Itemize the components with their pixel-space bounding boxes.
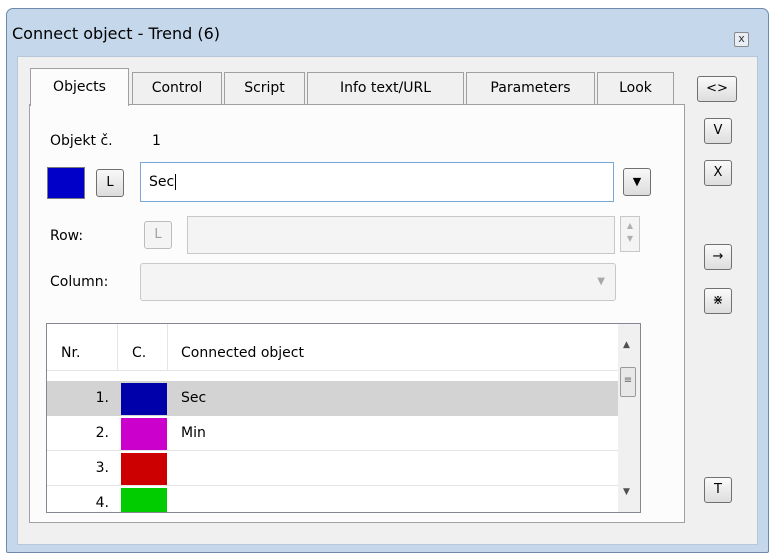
chevron-down-icon: ▼	[597, 276, 605, 287]
row-number: 4.	[95, 495, 109, 511]
text-cursor	[175, 174, 177, 190]
scroll-thumb[interactable]: ≡	[620, 367, 636, 397]
row-object-name: Min	[181, 425, 206, 441]
row-spinner[interactable]: ▲ ▼	[620, 216, 640, 252]
row-field[interactable]	[187, 216, 615, 254]
object-color-swatch[interactable]	[47, 167, 85, 199]
row-label: Row:	[50, 228, 84, 244]
object-number-label: Objekt č.	[50, 133, 113, 149]
arrow-right-icon[interactable]: →	[704, 244, 732, 270]
header-nr[interactable]: Nr.	[61, 324, 80, 370]
row-color-swatch	[121, 383, 167, 415]
t-button[interactable]: T	[704, 477, 732, 503]
x-button[interactable]: X	[704, 160, 732, 186]
connected-objects-list[interactable]: Nr. C. Connected object 1. Sec 2. Min 3.…	[46, 323, 641, 513]
spin-down-icon[interactable]: ▼	[621, 234, 639, 243]
spin-up-icon[interactable]: ▲	[621, 221, 639, 230]
l-button[interactable]: L	[96, 169, 124, 197]
object-name-field[interactable]: Sec	[140, 162, 614, 202]
header-connected-object[interactable]: Connected object	[181, 324, 304, 370]
header-color[interactable]: C.	[132, 324, 146, 370]
scroll-up-icon[interactable]: ▲	[623, 340, 630, 350]
row-number: 2.	[95, 425, 109, 441]
split-icon[interactable]: ⋇	[704, 288, 732, 314]
row-number: 3.	[95, 460, 109, 476]
header-separator	[117, 324, 118, 370]
list-scrollbar[interactable]: ▲ ≡ ▼	[618, 324, 640, 512]
row-l-button[interactable]: L	[144, 221, 172, 249]
v-button[interactable]: V	[704, 118, 732, 144]
object-number-value: 1	[152, 133, 161, 149]
list-item[interactable]: 4.	[47, 486, 618, 512]
list-item[interactable]: 2. Min	[47, 416, 618, 451]
row-color-swatch	[121, 488, 167, 512]
row-number: 1.	[95, 390, 109, 406]
swap-button[interactable]: <>	[697, 76, 737, 102]
row-color-swatch	[121, 453, 167, 485]
list-item[interactable]: 1. Sec	[47, 381, 618, 416]
object-name-text: Sec	[149, 174, 175, 190]
list-header: Nr. C. Connected object	[47, 324, 618, 371]
list-item[interactable]: 3.	[47, 451, 618, 486]
row-object-name: Sec	[181, 390, 207, 406]
chevron-down-icon[interactable]: ▼	[623, 168, 651, 196]
row-color-swatch	[121, 418, 167, 450]
header-separator	[167, 324, 168, 370]
scroll-down-icon[interactable]: ▼	[623, 487, 630, 497]
column-select[interactable]: ▼	[140, 263, 616, 301]
column-label: Column:	[50, 274, 109, 290]
